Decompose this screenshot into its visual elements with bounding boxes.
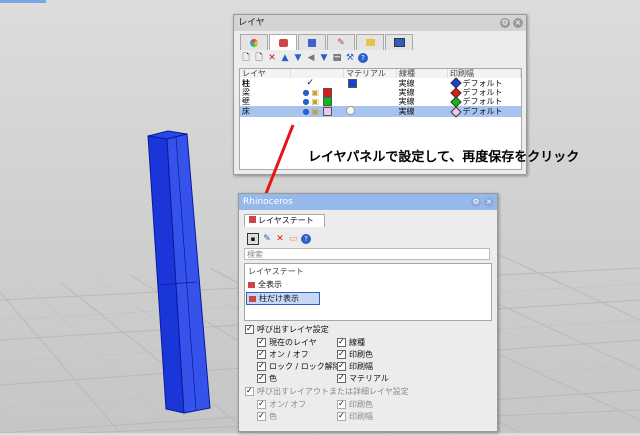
layout-option[interactable]: 印刷幅	[337, 410, 373, 422]
restore-settings-checkbox[interactable]: 呼び出すレイヤ設定	[245, 323, 329, 335]
checkbox[interactable]	[257, 372, 266, 383]
options-area: 呼び出すレイヤ設定現在のレイヤ線種オン / オフ印刷色ロック / ロック解除印刷…	[239, 194, 497, 431]
layout-option[interactable]: オン/ オフ	[257, 398, 306, 410]
layout-settings-checkbox[interactable]: 呼び出すレイアウトまたは詳細レイヤ設定	[245, 385, 409, 397]
layout-option[interactable]: 印刷色	[337, 398, 373, 410]
checkbox[interactable]	[245, 385, 254, 396]
checkbox[interactable]	[257, 348, 266, 359]
checkbox[interactable]	[337, 372, 346, 383]
restore-option[interactable]: オン / オフ	[257, 348, 309, 360]
checkbox[interactable]	[257, 336, 266, 347]
checkbox[interactable]	[337, 360, 346, 371]
checkbox[interactable]	[337, 348, 346, 359]
checkbox[interactable]	[257, 360, 266, 371]
restore-option[interactable]: 印刷色	[337, 348, 373, 360]
checkbox[interactable]	[257, 398, 266, 409]
restore-option[interactable]: 印刷幅	[337, 360, 373, 372]
restore-option[interactable]: ロック / ロック解除	[257, 360, 341, 372]
callout-text: レイヤパネルで設定して、再度保存をクリック	[308, 150, 580, 165]
checkbox[interactable]	[257, 410, 266, 421]
checkbox[interactable]	[245, 323, 254, 334]
checkbox[interactable]	[337, 336, 346, 347]
checkbox[interactable]	[337, 398, 346, 409]
layout-option[interactable]: 色	[257, 410, 277, 422]
restore-option[interactable]: 現在のレイヤ	[257, 336, 317, 348]
checkbox[interactable]	[337, 410, 346, 421]
restore-option[interactable]: 色	[257, 372, 277, 384]
restore-option[interactable]: マテリアル	[337, 372, 389, 384]
rhino-panel: Rhinoceros ⚙ × レイヤステート ▪ ✎ ✕ ▭ ? 検索 レイヤス…	[238, 193, 498, 432]
restore-option[interactable]: 線種	[337, 336, 365, 348]
